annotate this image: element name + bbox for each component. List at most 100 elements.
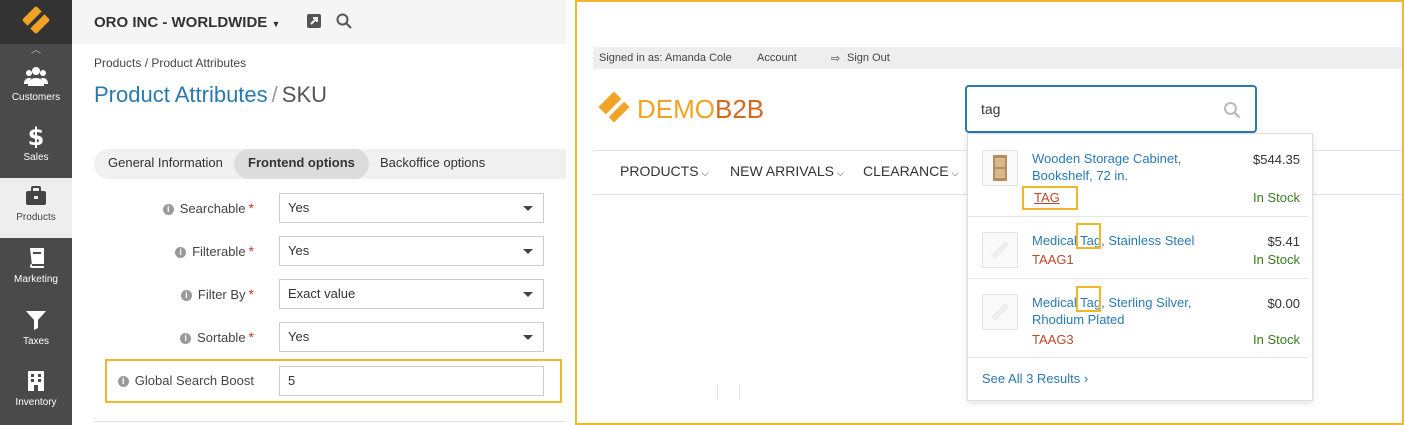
divider [739, 384, 740, 400]
highlight-box [1022, 186, 1078, 210]
field-sortable: i Sortable * Yes [94, 322, 554, 352]
required-marker: * [248, 243, 254, 259]
product-thumbnail [982, 232, 1018, 268]
filterable-select[interactable]: Yes [279, 236, 544, 266]
search-icon[interactable] [1223, 101, 1241, 119]
field-label: i Filter By * [180, 286, 254, 302]
product-name[interactable]: Medical Tag, Sterling Silver, Rhodium Pl… [1032, 294, 1242, 328]
signed-in-text: Signed in as: Amanda Cole [599, 52, 732, 64]
search-autocomplete-dropdown: Wooden Storage Cabinet, Bookshelf, 72 in… [967, 133, 1313, 401]
tab-general-information[interactable]: General Information [94, 149, 237, 179]
sidebar-item-marketing[interactable]: Marketing [0, 240, 72, 300]
sidebar-item-label: Products [16, 212, 56, 223]
search-icon[interactable] [336, 13, 352, 29]
sortable-select[interactable]: Yes [279, 322, 544, 352]
menu-item-label: PRODUCTS [620, 163, 699, 179]
divider [94, 421, 566, 422]
required-marker: * [248, 286, 254, 302]
sidebar-item-label: Customers [11, 92, 61, 103]
book-icon [30, 248, 44, 268]
product-price: $0.00 [1267, 296, 1300, 311]
highlight-box [1076, 223, 1101, 249]
autocomplete-item[interactable]: Wooden Storage Cabinet, Bookshelf, 72 in… [968, 136, 1314, 216]
divider [717, 384, 718, 400]
page-title-entity: SKU [281, 82, 328, 107]
info-icon[interactable]: i [175, 247, 187, 258]
field-filterable: i Filterable * Yes [94, 236, 554, 266]
field-label-text: Searchable [179, 201, 246, 216]
autocomplete-item[interactable]: Medical Tag, Stainless Steel $5.41 TAAG1… [968, 218, 1314, 280]
dollar-icon: $ [28, 124, 45, 148]
caret-down-icon [523, 292, 533, 297]
building-icon [28, 371, 44, 391]
stock-status: In Stock [1253, 252, 1300, 267]
highlight-box [105, 359, 562, 403]
autocomplete-item[interactable]: Medical Tag, Sterling Silver, Rhodium Pl… [968, 280, 1314, 356]
menu-item-products[interactable]: PRODUCTS ⌵ [620, 163, 708, 179]
see-all-results-link[interactable]: See All 3 Results › [982, 371, 1088, 386]
field-filter-by: i Filter By * Exact value [94, 279, 554, 309]
highlight-box [1076, 286, 1101, 312]
product-sku: TAAG3 [1032, 332, 1074, 347]
sidebar-item-inventory[interactable]: Inventory [0, 363, 72, 423]
admin-topbar: ORO INC - WORLDWIDE ▼ [72, 0, 566, 44]
menu-item-clearance[interactable]: CLEARANCE ⌵ [863, 163, 958, 179]
placeholder-image-icon [991, 303, 1009, 321]
caret-down-icon [523, 206, 533, 211]
organization-name: ORO INC - WORLDWIDE [94, 14, 268, 31]
users-icon [24, 67, 48, 86]
account-link[interactable]: Account [757, 52, 797, 64]
page-title: Product Attributes / SKU [94, 82, 327, 108]
oro-logo[interactable] [0, 0, 72, 44]
filter-icon [26, 311, 46, 330]
filter-by-select[interactable]: Exact value [279, 279, 544, 309]
sidebar-item-sales[interactable]: $ Sales [0, 118, 72, 178]
product-thumbnail [982, 294, 1018, 330]
stock-status: In Stock [1253, 332, 1300, 347]
briefcase-icon [26, 186, 46, 205]
searchable-select[interactable]: Yes [279, 193, 544, 223]
storefront-search[interactable] [965, 85, 1257, 133]
info-icon[interactable]: i [180, 290, 192, 301]
field-searchable: i Searchable * Yes [94, 193, 554, 223]
field-label: i Searchable * [162, 200, 254, 216]
demo-b2b-logo[interactable]: DEMOB2B [598, 91, 799, 128]
attribute-tabs: General Information Frontend options Bac… [94, 149, 566, 179]
caret-down-icon [523, 249, 533, 254]
caret-down-icon [523, 335, 533, 340]
svg-text:$: $ [28, 124, 45, 148]
sidebar-item-label: Taxes [22, 336, 50, 347]
product-name[interactable]: Wooden Storage Cabinet, Bookshelf, 72 in… [1032, 150, 1242, 184]
collapse-up-icon[interactable]: ︿ [0, 44, 72, 58]
shortcut-icon[interactable] [306, 13, 322, 29]
page-title-main[interactable]: Product Attributes [94, 82, 268, 107]
menu-item-label: NEW ARRIVALS [730, 163, 834, 179]
sidebar-item-customers[interactable]: Customers [0, 58, 72, 118]
stock-status: In Stock [1253, 190, 1300, 205]
logo-text: DEMOB2B [637, 94, 764, 125]
field-label: i Filterable * [175, 243, 254, 259]
tab-backoffice-options[interactable]: Backoffice options [366, 149, 499, 179]
menu-item-new-arrivals[interactable]: NEW ARRIVALS ⌵ [730, 163, 844, 179]
chevron-down-icon: ⌵ [951, 168, 959, 178]
chevron-down-icon: ▼ [271, 19, 281, 29]
sign-out-icon[interactable]: ⇨ [831, 52, 840, 65]
sidebar-item-products[interactable]: Products [0, 178, 72, 238]
breadcrumb[interactable]: Products / Product Attributes [94, 56, 246, 70]
logo-text-demo: DEMO [637, 94, 715, 124]
required-marker: * [248, 329, 254, 345]
info-icon[interactable]: i [180, 333, 192, 344]
select-value: Yes [288, 329, 310, 344]
search-input[interactable] [981, 99, 1211, 119]
organization-switcher[interactable]: ORO INC - WORLDWIDE ▼ [94, 14, 280, 31]
product-name[interactable]: Medical Tag, Stainless Steel [1032, 232, 1242, 249]
chevron-down-icon: ⌵ [701, 168, 709, 178]
sign-out-link[interactable]: Sign Out [847, 52, 890, 64]
sidebar-item-label: Sales [23, 152, 49, 163]
tab-frontend-options[interactable]: Frontend options [234, 149, 369, 179]
field-label-text: Filter By [197, 287, 246, 302]
divider [968, 278, 1308, 279]
info-icon[interactable]: i [162, 204, 174, 215]
sidebar-item-taxes[interactable]: Taxes [0, 302, 72, 362]
cabinet-image [993, 155, 1007, 181]
